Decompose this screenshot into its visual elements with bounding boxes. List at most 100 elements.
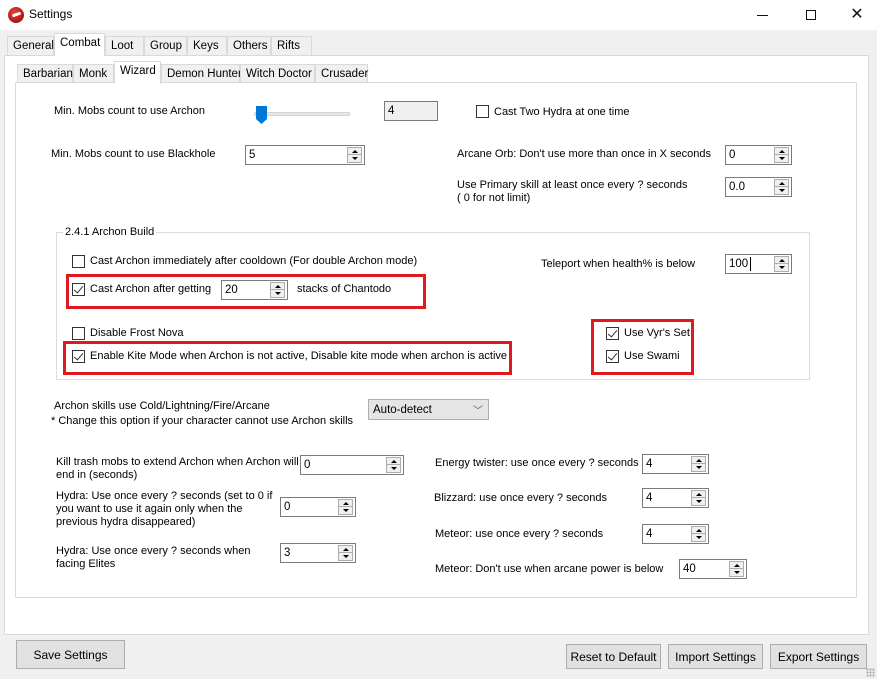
- spinner-arrows[interactable]: [338, 499, 353, 515]
- spinner-arrows[interactable]: [774, 179, 789, 195]
- archon-build-group-title: 2.4.1 Archon Build: [63, 226, 157, 238]
- tab-combat[interactable]: Combat: [54, 33, 105, 56]
- spin-down-icon[interactable]: [730, 569, 743, 576]
- archon-min-mobs-label: Min. Mobs count to use Archon: [54, 105, 206, 117]
- hydra-spinner[interactable]: 0: [280, 497, 356, 517]
- app-logo-icon: [8, 7, 24, 23]
- spin-down-icon[interactable]: [348, 155, 361, 162]
- spinner-arrows[interactable]: [691, 526, 706, 542]
- export-settings-button[interactable]: Export Settings: [770, 644, 867, 669]
- title-bar: Settings ✕: [0, 0, 877, 30]
- spin-up-icon[interactable]: [775, 180, 788, 187]
- spin-down-icon[interactable]: [271, 290, 284, 297]
- hydra-elites-spinner[interactable]: 3: [280, 543, 356, 563]
- tab-others[interactable]: Others: [227, 36, 271, 56]
- hydra-elites-value: 3: [284, 547, 291, 559]
- tab-demon-hunter[interactable]: Demon Hunter: [161, 64, 242, 84]
- import-settings-button[interactable]: Import Settings: [668, 644, 763, 669]
- spin-down-icon[interactable]: [339, 507, 352, 514]
- minimize-button[interactable]: [739, 0, 785, 30]
- cast-two-hydra-label: Cast Two Hydra at one time: [494, 106, 630, 118]
- kite-mode-checkbox[interactable]: [72, 350, 85, 363]
- spin-down-icon[interactable]: [387, 465, 400, 472]
- spin-down-icon[interactable]: [775, 155, 788, 162]
- hydra-label-1: Hydra: Use once every ? seconds (set to …: [56, 490, 273, 502]
- tab-crusader[interactable]: Crusader: [315, 64, 368, 84]
- cast-archon-immediately-checkbox[interactable]: [72, 255, 85, 268]
- spin-up-icon[interactable]: [348, 148, 361, 155]
- kill-trash-spinner[interactable]: 0: [300, 455, 404, 475]
- kill-trash-label-2: end in (seconds): [56, 469, 138, 481]
- spin-up-icon[interactable]: [692, 527, 705, 534]
- spinner-arrows[interactable]: [691, 456, 706, 472]
- blackhole-min-mobs-spinner[interactable]: 5: [245, 145, 365, 165]
- meteor-spinner[interactable]: 4: [642, 524, 709, 544]
- tab-general[interactable]: General: [7, 36, 54, 56]
- spin-up-icon[interactable]: [271, 283, 284, 290]
- chevron-down-icon: ﹀: [473, 406, 483, 417]
- spinner-arrows[interactable]: [347, 147, 362, 163]
- spin-up-icon[interactable]: [775, 148, 788, 155]
- spin-down-icon[interactable]: [692, 464, 705, 471]
- primary-skill-spinner[interactable]: 0.0: [725, 177, 792, 197]
- blizzard-spinner[interactable]: 4: [642, 488, 709, 508]
- archon-min-mobs-slider-track[interactable]: [254, 112, 350, 116]
- teleport-health-spinner[interactable]: 100: [725, 254, 792, 274]
- spin-down-icon[interactable]: [339, 553, 352, 560]
- minimize-icon: [756, 14, 768, 16]
- energy-twister-spinner[interactable]: 4: [642, 454, 709, 474]
- spinner-arrows[interactable]: [386, 457, 401, 473]
- tab-wizard[interactable]: Wizard: [114, 61, 161, 84]
- hydra-elites-label-2: facing Elites: [56, 558, 116, 570]
- spinner-arrows[interactable]: [774, 147, 789, 163]
- tab-barbarian[interactable]: Barbarian: [17, 64, 73, 84]
- spin-up-icon[interactable]: [692, 491, 705, 498]
- tab-group[interactable]: Group: [144, 36, 187, 56]
- use-vyrs-set-label: Use Vyr's Set: [624, 327, 690, 339]
- tab-loot[interactable]: Loot: [105, 36, 144, 56]
- chantodo-stacks-value: 20: [225, 284, 238, 296]
- tab-keys[interactable]: Keys: [187, 36, 227, 56]
- spin-down-icon[interactable]: [775, 187, 788, 194]
- archon-min-mobs-value: 4: [384, 101, 438, 121]
- kite-mode-label: Enable Kite Mode when Archon is not acti…: [90, 350, 508, 362]
- cast-two-hydra-checkbox[interactable]: [476, 105, 489, 118]
- save-settings-button[interactable]: Save Settings: [16, 640, 125, 669]
- blackhole-min-mobs-label: Min. Mobs count to use Blackhole: [51, 148, 216, 160]
- spinner-arrows[interactable]: [338, 545, 353, 561]
- arcane-orb-spinner[interactable]: 0: [725, 145, 792, 165]
- spinner-arrows[interactable]: [774, 256, 789, 272]
- tab-monk[interactable]: Monk: [73, 64, 114, 84]
- cast-archon-after-stacks-checkbox[interactable]: [72, 283, 85, 296]
- spinner-arrows[interactable]: [691, 490, 706, 506]
- spin-up-icon[interactable]: [730, 562, 743, 569]
- spin-up-icon[interactable]: [339, 546, 352, 553]
- use-vyrs-set-checkbox[interactable]: [606, 327, 619, 340]
- resize-grip-icon[interactable]: [866, 668, 875, 677]
- cast-archon-immediately-label: Cast Archon immediately after cooldown (…: [90, 255, 418, 267]
- disable-frost-nova-checkbox[interactable]: [72, 327, 85, 340]
- spinner-arrows[interactable]: [270, 282, 285, 298]
- archon-element-selected: Auto-detect: [373, 404, 432, 416]
- hydra-label-3: previous hydra disappeared): [56, 516, 196, 528]
- tab-rifts[interactable]: Rifts: [271, 36, 312, 56]
- spin-down-icon[interactable]: [692, 498, 705, 505]
- spin-up-icon[interactable]: [692, 457, 705, 464]
- chantodo-stacks-spinner[interactable]: 20: [221, 280, 288, 300]
- reset-to-default-button[interactable]: Reset to Default: [566, 644, 661, 669]
- maximize-button[interactable]: [788, 0, 834, 30]
- spinner-arrows[interactable]: [729, 561, 744, 577]
- use-swami-checkbox[interactable]: [606, 350, 619, 363]
- spin-up-icon[interactable]: [387, 458, 400, 465]
- close-button[interactable]: ✕: [834, 0, 877, 30]
- spin-up-icon[interactable]: [339, 500, 352, 507]
- meteor-label: Meteor: use once every ? seconds: [435, 528, 604, 540]
- archon-min-mobs-slider-thumb[interactable]: [256, 106, 267, 124]
- teleport-health-value: 100: [729, 258, 749, 270]
- archon-element-dropdown[interactable]: Auto-detect ﹀: [368, 399, 489, 420]
- meteor-arcane-spinner[interactable]: 40: [679, 559, 747, 579]
- spin-down-icon[interactable]: [775, 264, 788, 271]
- spin-down-icon[interactable]: [692, 534, 705, 541]
- tab-witch-doctor[interactable]: Witch Doctor: [240, 64, 315, 84]
- spin-up-icon[interactable]: [775, 257, 788, 264]
